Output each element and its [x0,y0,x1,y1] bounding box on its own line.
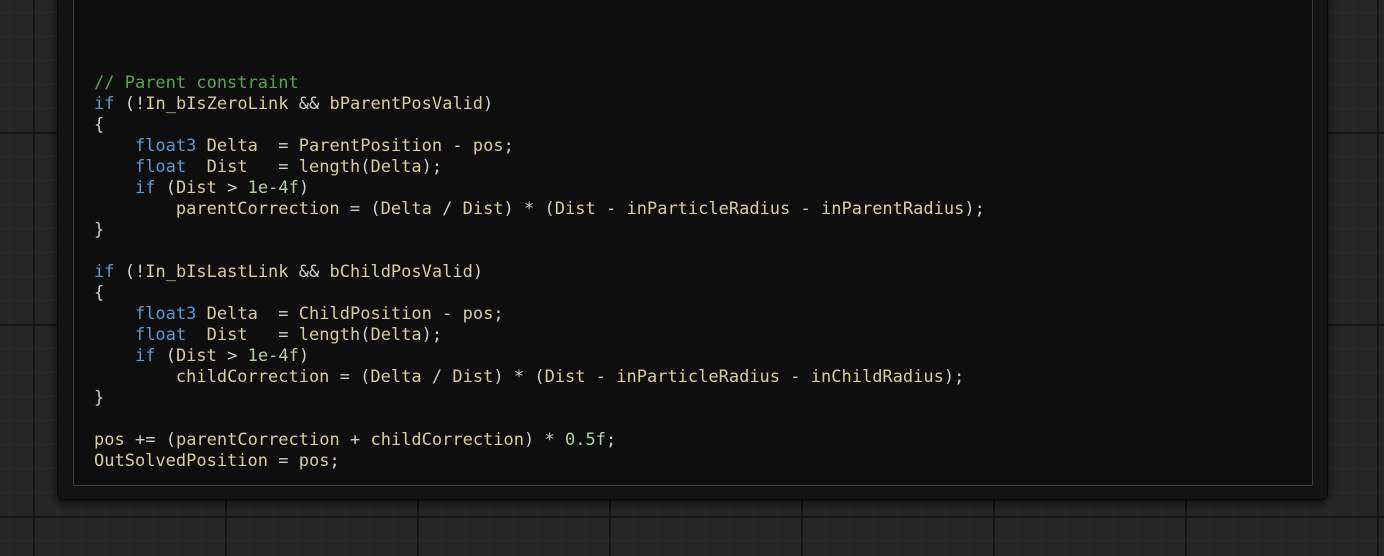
code-line: float Dist = length(Delta); [134,325,443,345]
code-line: float3 Delta = ChildPosition - pos; [134,304,504,324]
code-line: } [94,388,105,408]
code-line: OutSolvedPosition = pos; [94,451,340,471]
code-line: if (!In_bIsZeroLink && bParentPosValid) [94,94,494,114]
code-line: if (Dist > 1e-4f) [134,178,310,198]
code-line: // Parent constraint [94,73,299,93]
code-line: parentCorrection = (Delta / Dist) * (Dis… [175,199,985,219]
code-line: { [94,283,105,303]
code-line: if (Dist > 1e-4f) [134,346,310,366]
code-line: float3 Delta = ParentPosition - pos; [134,136,514,156]
code-line: pos += (parentCorrection + childCorrecti… [94,430,617,450]
code-text-area[interactable]: // Parent constraint if (!In_bIsZeroLink … [94,73,985,472]
code-line: float Dist = length(Delta); [134,157,443,177]
code-line: { [94,115,105,135]
code-line: childCorrection = (Delta / Dist) * (Dist… [175,367,965,387]
hlsl-code-editor[interactable]: // Parent constraint if (!In_bIsZeroLink … [73,0,1313,486]
code-line: } [94,220,105,240]
code-line: if (!In_bIsLastLink && bChildPosValid) [94,262,484,282]
